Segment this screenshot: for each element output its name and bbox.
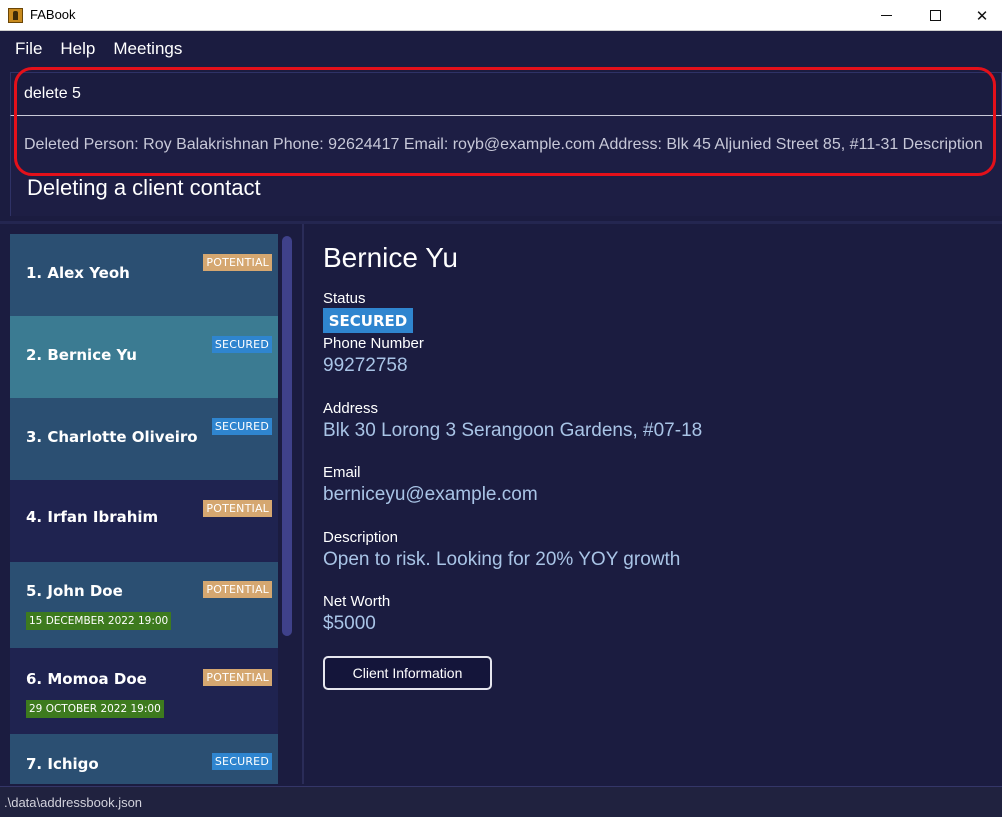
fabook-app-icon (8, 8, 23, 23)
window-title: FABook (30, 7, 76, 22)
status-tag: POTENTIAL (203, 581, 272, 598)
maximize-icon (929, 10, 941, 21)
status-label: Status (323, 290, 366, 307)
client-information-button[interactable]: Client Information (323, 656, 492, 690)
person-name: 3. Charlotte Oliveiro (26, 428, 198, 446)
email-value: berniceyu@example.com (323, 484, 538, 505)
command-area: delete 5 Deleted Person: Roy Balakrishna… (10, 66, 1002, 218)
save-location: .\data\addressbook.json (4, 794, 143, 810)
person-name: 1. Alex Yeoh (26, 264, 130, 282)
minimize-icon (880, 15, 892, 16)
networth-label: Net Worth (323, 593, 391, 610)
person-name: 4. Irfan Ibrahim (26, 508, 159, 526)
person-list-panel: 1. Alex Yeoh POTENTIAL 2. Bernice Yu SEC… (0, 224, 304, 784)
address-label: Address (323, 400, 379, 417)
phone-value: 99272758 (323, 355, 408, 376)
person-card[interactable]: 3. Charlotte Oliveiro SECURED (10, 398, 278, 480)
close-button[interactable]: ✕ (959, 0, 1002, 31)
annotation-label: Deleting a client contact (27, 175, 261, 200)
minimize-button[interactable] (863, 0, 909, 31)
title-bar: FABook ✕ (0, 0, 1002, 31)
person-name: 5. John Doe (26, 582, 123, 600)
person-detail-panel: Bernice Yu Status SECURED Phone Number 9… (306, 224, 1002, 784)
person-name: 7. Ichigo (26, 755, 99, 773)
menu-file[interactable]: File (15, 39, 42, 59)
person-card[interactable]: 6. Momoa Doe POTENTIAL 29 OCTOBER 2022 1… (10, 648, 278, 734)
result-display: Deleted Person: Roy Balakrishnan Phone: … (10, 116, 1002, 216)
detail-status-badge: SECURED (323, 308, 413, 333)
status-tag: SECURED (211, 336, 272, 353)
status-tag: POTENTIAL (203, 669, 272, 686)
person-name: 6. Momoa Doe (26, 670, 147, 688)
person-name: 2. Bernice Yu (26, 346, 137, 364)
person-card[interactable]: 1. Alex Yeoh POTENTIAL (10, 234, 278, 316)
status-tag: POTENTIAL (203, 500, 272, 517)
person-card[interactable]: 4. Irfan Ibrahim POTENTIAL (10, 480, 278, 562)
phone-label: Phone Number (323, 335, 424, 352)
meeting-badge: 15 DECEMBER 2022 19:00 (26, 612, 172, 630)
networth-value: $5000 (323, 613, 376, 634)
close-icon: ✕ (975, 6, 989, 25)
menu-bar: File Help Meetings (0, 32, 1002, 65)
person-card-selected[interactable]: 2. Bernice Yu SECURED (10, 316, 278, 398)
email-label: Email (323, 464, 361, 481)
menu-meetings[interactable]: Meetings (113, 39, 182, 59)
command-input[interactable]: delete 5 (10, 72, 1002, 116)
person-card[interactable]: 5. John Doe POTENTIAL 15 DECEMBER 2022 1… (10, 562, 278, 648)
meeting-badge: 29 OCTOBER 2022 19:00 (26, 700, 164, 718)
description-value: Open to risk. Looking for 20% YOY growth (323, 549, 681, 570)
result-text: Deleted Person: Roy Balakrishnan Phone: … (24, 136, 983, 153)
status-tag: POTENTIAL (203, 254, 272, 271)
description-label: Description (323, 529, 399, 546)
status-tag: SECURED (211, 418, 272, 435)
list-vertical-scrollbar[interactable] (282, 236, 292, 636)
status-tag: SECURED (211, 753, 272, 770)
menu-help[interactable]: Help (60, 39, 95, 59)
address-value: Blk 30 Lorong 3 Serangoon Gardens, #07-1… (323, 420, 703, 441)
detail-name: Bernice Yu (323, 242, 458, 273)
status-bar: .\data\addressbook.json (0, 786, 1002, 817)
person-card[interactable]: 7. Ichigo SECURED (10, 734, 278, 784)
maximize-button[interactable] (912, 0, 958, 31)
